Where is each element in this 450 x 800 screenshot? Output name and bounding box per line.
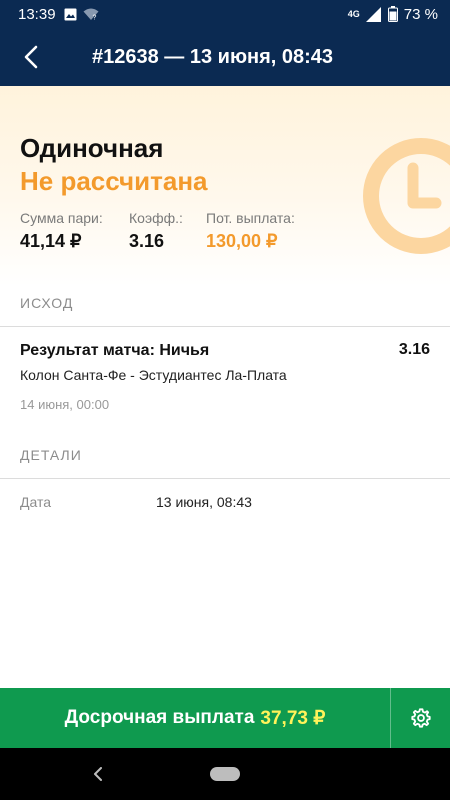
- home-button[interactable]: [210, 767, 240, 781]
- status-time: 13:39: [18, 5, 56, 23]
- bet-type: Одиночная: [20, 133, 164, 163]
- stake-label: Сумма пари:: [20, 210, 103, 226]
- bet-status: Не рассчитана: [20, 166, 208, 196]
- app-bar: #12638 — 13 июня, 08:43: [0, 28, 450, 86]
- detail-date-value: 13 июня, 08:43: [156, 494, 252, 510]
- page-title: #12638 — 13 июня, 08:43: [92, 45, 334, 68]
- network-type: 4G: [347, 8, 360, 19]
- bet-summary: Одиночная Не рассчитана Сумма пари: 41,1…: [0, 86, 450, 286]
- cashout-settings-button[interactable]: [391, 688, 450, 748]
- battery-percent: 73 %: [403, 5, 438, 23]
- image-notification-icon: [64, 8, 77, 20]
- divider: [0, 326, 450, 327]
- clock-icon: [363, 138, 450, 254]
- outcome-market: Результат матча: Ничья: [20, 342, 210, 359]
- svg-text:?: ?: [92, 14, 96, 21]
- payout-block: Пот. выплата: 130,00 ₽: [206, 210, 295, 252]
- cashout-bar: Досрочная выплата 37,73 ₽: [0, 688, 450, 748]
- divider: [0, 478, 450, 479]
- gear-icon: [410, 708, 431, 728]
- system-nav-bar: [0, 748, 450, 800]
- signal-icon: [365, 6, 381, 22]
- details-section-title: ДЕТАЛИ: [20, 447, 82, 463]
- status-bar: 13:39 ? 4G 73 %: [0, 0, 450, 28]
- detail-date-label: Дата: [20, 494, 52, 510]
- cashout-button[interactable]: Досрочная выплата 37,73 ₽: [0, 688, 390, 748]
- odds-value: 3.16: [129, 231, 165, 251]
- battery-icon: [387, 6, 398, 22]
- cashout-label: Досрочная выплата: [64, 707, 255, 728]
- outcome-section-title: ИСХОД: [20, 295, 74, 311]
- back-button[interactable]: [0, 28, 62, 86]
- outcome-odds: 3.16: [398, 341, 430, 358]
- cashout-amount: 37,73 ₽: [260, 707, 326, 729]
- stake-block: Сумма пари: 41,14 ₽: [20, 210, 103, 252]
- payout-value: 130,00 ₽: [206, 231, 278, 251]
- arrow-left-icon: [24, 45, 38, 69]
- outcome-match: Колон Санта-Фе - Эстудиантес Ла-Плата: [20, 367, 287, 383]
- odds-block: Коэфф.: 3.16: [129, 210, 183, 252]
- outcome-date: 14 июня, 00:00: [20, 397, 110, 412]
- system-back-button[interactable]: [86, 762, 110, 786]
- wifi-question-icon: ?: [83, 8, 99, 21]
- chevron-left-icon: [94, 767, 102, 781]
- stake-value: 41,14 ₽: [20, 231, 82, 251]
- payout-label: Пот. выплата:: [206, 210, 295, 226]
- odds-label: Коэфф.:: [129, 210, 183, 226]
